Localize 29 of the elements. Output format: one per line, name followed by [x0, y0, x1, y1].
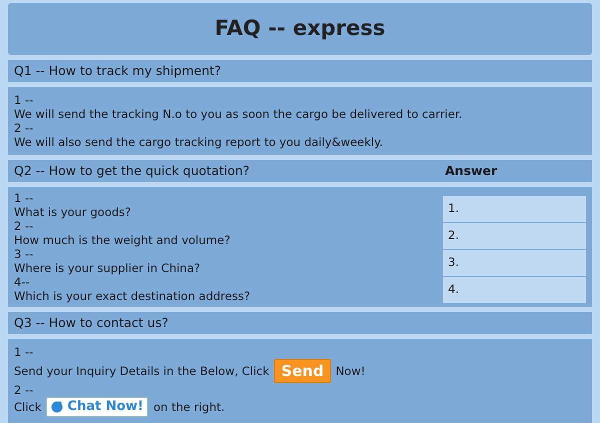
answer-text: on the right.	[153, 400, 225, 414]
answer-input[interactable]: 1.	[443, 196, 586, 222]
answer-text: 2 --	[14, 121, 34, 135]
answer-text: 2 --	[14, 383, 34, 397]
answer-text: 3 --	[14, 247, 34, 261]
answer-input[interactable]: 2.	[443, 223, 586, 249]
answer-text: 4--	[14, 275, 30, 289]
answer-text: Now!	[336, 364, 366, 378]
question-title: Q1 -- How to track my shipment?	[14, 62, 222, 80]
answer-header: Answer	[445, 162, 498, 180]
chat-now-button[interactable]: Chat Now!	[46, 397, 148, 417]
answer-text: 2 --	[14, 219, 34, 233]
answer-text: What is your goods?	[14, 205, 131, 219]
chat-bubble-icon	[51, 401, 64, 413]
answer-text: We will also send the cargo tracking report to you daily&weekly.	[14, 135, 383, 149]
answer-text: How much is the weight and volume?	[14, 233, 230, 247]
question-title: Q2 -- How to get the quick quotation?	[14, 162, 250, 180]
answer-text: We will send the tracking N.o to you as soon the cargo be delivered to carrier.	[14, 107, 462, 121]
answer-text: Which is your exact destination address?	[14, 289, 250, 303]
answer-text: Click	[14, 400, 42, 414]
answer-text: Send your Inquiry Details in the Below, Click	[14, 364, 270, 378]
answer-text: 1 --	[14, 93, 34, 107]
answer-input[interactable]: 4.	[443, 277, 586, 303]
answer-text: Where is your supplier in China?	[14, 261, 200, 275]
answer-text: 1 --	[14, 191, 34, 205]
answer-input[interactable]: 3.	[443, 250, 586, 276]
question-title: Q3 -- How to contact us?	[14, 314, 168, 332]
page-title: FAQ -- express	[214, 15, 386, 42]
answer-text: 1 --	[14, 345, 34, 359]
